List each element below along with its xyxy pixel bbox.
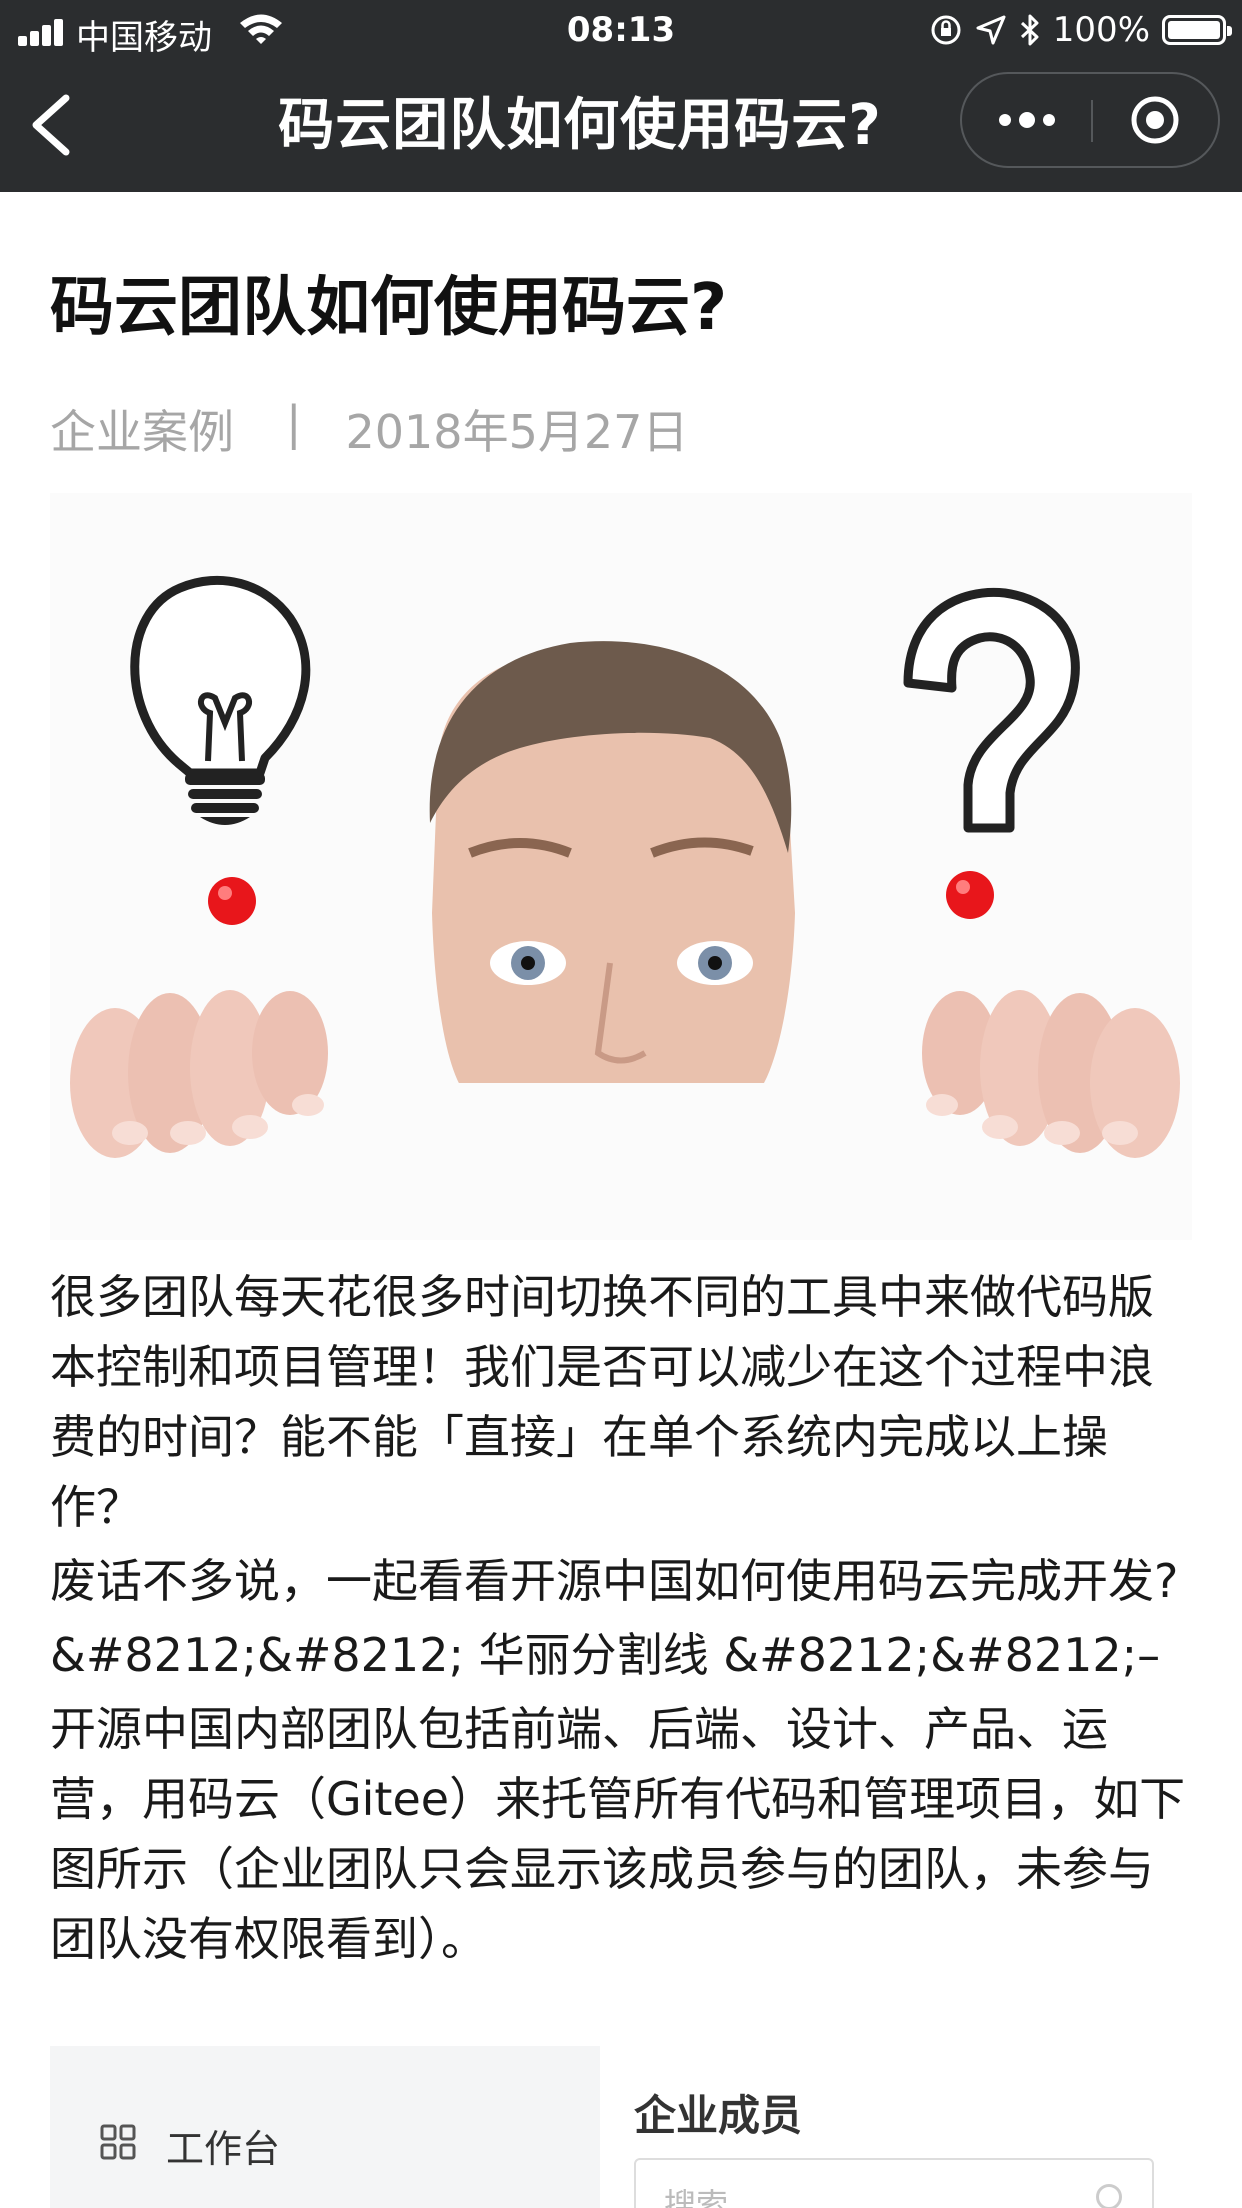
more-menu-button[interactable] bbox=[962, 74, 1092, 166]
top-bar: 中国移动 08:13 100% 码云团队如何使用码云? bbox=[0, 0, 1242, 192]
capsule-divider bbox=[1091, 100, 1093, 142]
article-date: 2018年5月27日 bbox=[345, 405, 689, 459]
battery-percent: 100% bbox=[1052, 10, 1150, 50]
embed-section-title: 企业成员 bbox=[634, 2091, 803, 2140]
hero-image bbox=[50, 493, 1192, 1240]
embed-search-box: 搜索... bbox=[634, 2158, 1154, 2208]
paragraph-team: 开源中国内部团队包括前端、后端、设计、产品、运营，用码云（Gitee）来托管所有… bbox=[50, 1702, 1186, 1966]
article-title: 码云团队如何使用码云? bbox=[50, 271, 728, 345]
article-meta: 企业案例 | 2018年5月27日 bbox=[50, 396, 688, 462]
paragraph-lead: 废话不多说，一起看看开源中国如何使用码云完成开发? bbox=[50, 1554, 1179, 1608]
man-face-photo bbox=[429, 641, 795, 1103]
bluetooth-icon bbox=[1020, 14, 1039, 46]
paragraph-intro: 很多团队每天花很多时间切换不同的工具中来做代码版本控制和项目管理！我们是否可以减… bbox=[50, 1270, 1154, 1534]
hero-illustration bbox=[50, 493, 1192, 1240]
mini-program-capsule bbox=[960, 72, 1220, 168]
status-right-group: 100% bbox=[929, 10, 1232, 50]
grid-icon bbox=[100, 2124, 136, 2160]
battery-icon bbox=[1162, 15, 1232, 45]
search-icon bbox=[1096, 2184, 1122, 2208]
close-target-icon[interactable] bbox=[1130, 95, 1180, 145]
embed-sidebar: 工作台 bbox=[50, 2046, 600, 2208]
embedded-screenshot: 工作台 企业成员 搜索... bbox=[50, 2046, 1192, 2208]
embed-workbench-label: 工作台 bbox=[166, 2127, 281, 2171]
paragraph-divider-text: &#8212;&#8212; 华丽分割线 &#8212;&#8212;– bbox=[50, 1628, 1161, 1682]
article-category[interactable]: 企业案例 bbox=[50, 396, 234, 462]
nav-bar: 码云团队如何使用码云? bbox=[0, 60, 1242, 192]
nav-title: 码云团队如何使用码云? bbox=[278, 93, 882, 158]
rotation-lock-icon bbox=[931, 15, 961, 45]
back-chevron-icon[interactable] bbox=[24, 90, 80, 160]
location-arrow-icon bbox=[976, 15, 1006, 45]
meta-separator: | bbox=[286, 396, 302, 450]
article-body: 很多团队每天花很多时间切换不同的工具中来做代码版本控制和项目管理！我们是否可以减… bbox=[50, 1262, 1190, 1978]
status-bar: 中国移动 08:13 100% bbox=[0, 0, 1242, 60]
embed-search-placeholder: 搜索... bbox=[664, 2186, 759, 2208]
